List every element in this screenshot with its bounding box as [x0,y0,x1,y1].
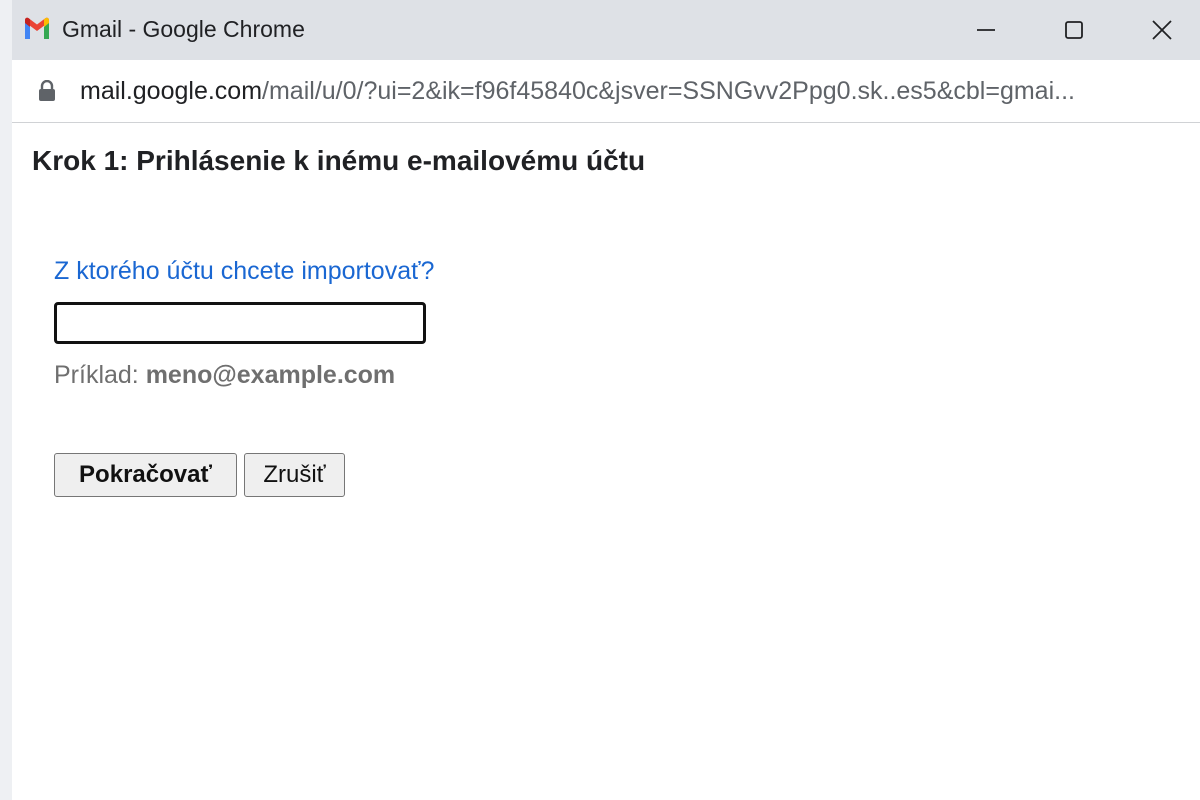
email-field[interactable] [54,302,426,344]
browser-window: Gmail - Google Chrome mail.google.com/ma… [0,0,1200,800]
address-bar[interactable]: mail.google.com/mail/u/0/?ui=2&ik=f96f45… [12,60,1200,123]
window-title: Gmail - Google Chrome [62,16,305,42]
url-text[interactable]: mail.google.com/mail/u/0/?ui=2&ik=f96f45… [80,76,1190,106]
continue-button[interactable]: Pokračovať [54,453,237,497]
title-bar[interactable]: Gmail - Google Chrome [12,0,1200,60]
close-button[interactable] [1118,0,1200,60]
url-path: /mail/u/0/?ui=2&ik=f96f45840c&jsver=SSNG… [262,77,1075,105]
page-title: Krok 1: Prihlásenie k inému e-mailovému … [32,145,646,176]
close-icon [1152,20,1172,40]
gmail-icon [25,17,49,39]
maximize-button[interactable] [1030,0,1118,60]
account-question-label: Z ktorého účtu chcete importovať? [54,257,435,285]
page-content: Krok 1: Prihlásenie k inému e-mailovému … [12,123,1200,800]
minimize-icon [977,29,995,31]
maximize-icon [1065,21,1083,39]
lock-icon[interactable] [38,80,56,102]
cancel-button[interactable]: Zrušiť [244,453,345,497]
example-prefix: Príklad: [54,361,146,389]
minimize-button[interactable] [942,0,1030,60]
example-value: meno@example.com [145,361,396,389]
url-host: mail.google.com [80,77,263,105]
example-hint: Príklad: meno@example.com [54,361,395,390]
